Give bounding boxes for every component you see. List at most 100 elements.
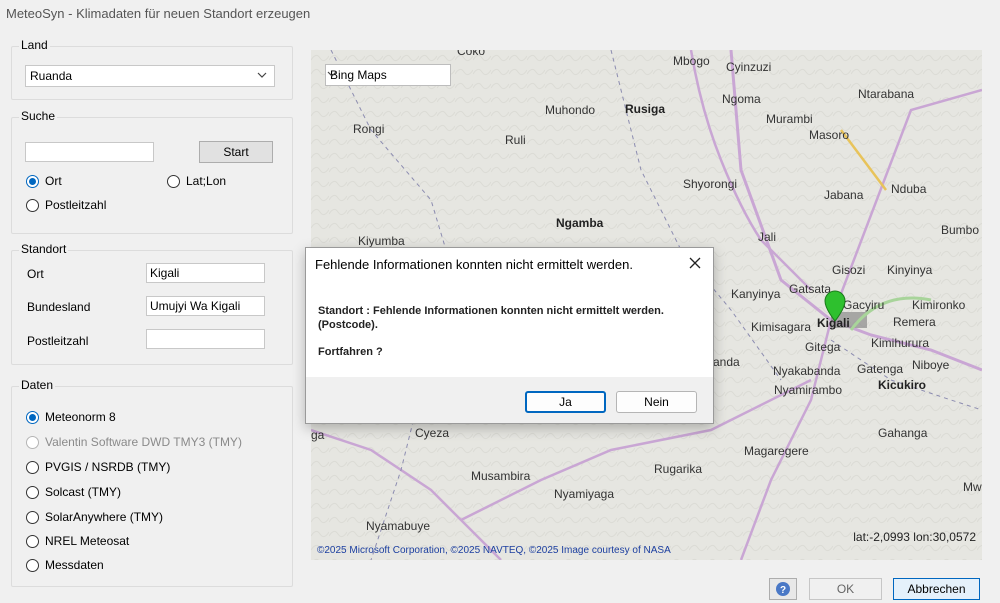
no-button[interactable]: Nein xyxy=(616,391,697,413)
radio-label: SolarAnywhere (TMY) xyxy=(45,510,164,524)
place-label: Murambi xyxy=(766,112,813,126)
radio-meteonorm[interactable]: Meteonorm 8 xyxy=(26,409,116,425)
place-label: anda xyxy=(713,355,740,369)
start-button[interactable]: Start xyxy=(199,141,273,163)
map-provider-select[interactable]: Bing Maps xyxy=(325,64,451,86)
place-label: Gahanga xyxy=(878,426,928,440)
place-label: Nyamirambo xyxy=(774,383,843,397)
place-label: Niboye xyxy=(912,358,950,372)
radio-label: Postleitzahl xyxy=(45,198,107,212)
place-label: Ntarabana xyxy=(858,87,915,101)
place-label: Kinyinya xyxy=(887,263,933,277)
help-button[interactable]: ? xyxy=(769,578,797,600)
place-label: Remera xyxy=(893,315,936,329)
place-label: Nyamabuye xyxy=(366,519,431,533)
radio-postleitzahl[interactable]: Postleitzahl xyxy=(26,197,106,213)
ort-label: Ort xyxy=(27,267,44,281)
ok-button[interactable]: OK xyxy=(809,578,882,600)
place-label: Nyamiyaga xyxy=(554,487,615,501)
place-label: Kanyinya xyxy=(731,287,781,301)
radio-nrel-meteosat[interactable]: NREL Meteosat xyxy=(26,533,129,549)
place-label: Bumbo xyxy=(941,223,980,237)
dialog-title: Fehlende Informationen konnten nicht erm… xyxy=(315,257,633,272)
radio-dot xyxy=(26,435,39,449)
yes-button[interactable]: Ja xyxy=(525,391,606,413)
place-label: ga xyxy=(311,428,325,442)
place-label: Gatenga xyxy=(857,362,904,376)
place-label: Coko xyxy=(457,50,486,58)
place-label: Kimironko xyxy=(912,298,966,312)
place-label: Gacyiru xyxy=(843,298,885,312)
land-select[interactable]: Ruanda xyxy=(25,65,275,87)
radio-latlon[interactable]: Lat;Lon xyxy=(167,173,226,189)
radio-label: Ort xyxy=(45,174,62,188)
title-bar: MeteoSyn - Klimadaten für neuen Standort… xyxy=(0,0,1000,28)
suche-group-label: Suche xyxy=(19,109,58,123)
help-icon: ? xyxy=(776,582,790,596)
radio-label: Messdaten xyxy=(45,558,104,572)
place-label: Kiyumba xyxy=(358,234,405,248)
radio-solaranywhere[interactable]: SolarAnywhere (TMY) xyxy=(26,509,163,525)
radio-dot xyxy=(26,410,39,424)
window-title: MeteoSyn - Klimadaten für neuen Standort… xyxy=(6,6,311,21)
radio-solcast[interactable]: Solcast (TMY) xyxy=(26,484,121,500)
close-icon[interactable] xyxy=(687,255,703,271)
place-label: Ruli xyxy=(505,133,526,147)
cancel-button[interactable]: Abbrechen xyxy=(893,578,980,600)
place-label: Rugarika xyxy=(654,462,703,476)
map-coordinates: lat:-2,0993 lon:30,0572 xyxy=(853,530,976,544)
place-label: Mwo xyxy=(963,480,982,494)
place-label: Kicukiro xyxy=(878,378,927,392)
map-copyright: ©2025 Microsoft Corporation, ©2025 NAVTE… xyxy=(317,545,671,556)
radio-messdaten[interactable]: Messdaten xyxy=(26,557,104,573)
place-label: Ngoma xyxy=(722,92,761,106)
radio-pvgis[interactable]: PVGIS / NSRDB (TMY) xyxy=(26,459,170,475)
svg-text:?: ? xyxy=(780,585,786,596)
radio-dot xyxy=(26,534,39,548)
chevron-down-icon xyxy=(257,72,267,78)
place-label: Jali xyxy=(758,230,777,244)
postleitzahl-label: Postleitzahl xyxy=(27,334,89,348)
search-input[interactable] xyxy=(25,142,154,162)
radio-label: Lat;Lon xyxy=(186,174,227,188)
place-label: Muhondo xyxy=(545,103,596,117)
map-marker-icon[interactable] xyxy=(824,290,846,322)
ort-field[interactable]: Kigali xyxy=(146,263,265,283)
radio-dot xyxy=(26,174,39,188)
bundesland-field[interactable]: Umujyi Wa Kigali xyxy=(146,296,265,316)
radio-label: Meteonorm 8 xyxy=(45,410,116,424)
radio-dot xyxy=(167,174,180,188)
dialog-message-line1: Standort : Fehlende Informationen konnte… xyxy=(318,305,664,317)
missing-info-dialog: Fehlende Informationen konnten nicht erm… xyxy=(305,247,714,424)
standort-group-label: Standort xyxy=(19,242,69,256)
radio-valentin-dwd: Valentin Software DWD TMY3 (TMY) xyxy=(26,434,242,450)
place-label: Musambira xyxy=(471,469,531,483)
place-label: Nduba xyxy=(891,182,927,196)
dialog-message-line2: (Postcode). xyxy=(318,319,378,331)
place-label: Cyeza xyxy=(415,426,450,440)
land-select-value: Ruanda xyxy=(30,69,73,83)
place-label: Mbogo xyxy=(673,54,710,68)
map-provider-value: Bing Maps xyxy=(330,68,387,82)
place-label: Shyorongi xyxy=(683,177,738,191)
radio-ort[interactable]: Ort xyxy=(26,173,62,189)
radio-label: Solcast (TMY) xyxy=(45,485,122,499)
radio-label: PVGIS / NSRDB (TMY) xyxy=(45,460,171,474)
radio-dot xyxy=(26,198,39,212)
place-label: Jabana xyxy=(824,188,864,202)
place-label: Gitega xyxy=(805,340,841,354)
radio-dot xyxy=(26,485,39,499)
radio-dot xyxy=(26,510,39,524)
daten-group-label: Daten xyxy=(19,378,56,392)
radio-dot xyxy=(26,460,39,474)
place-label: Rusiga xyxy=(625,102,666,116)
place-label: Nyakabanda xyxy=(773,364,841,378)
bundesland-label: Bundesland xyxy=(27,300,91,314)
place-label: Rongi xyxy=(353,122,385,136)
radio-label: NREL Meteosat xyxy=(45,534,130,548)
radio-label: Valentin Software DWD TMY3 (TMY) xyxy=(45,435,242,449)
land-group-label: Land xyxy=(19,38,50,52)
dialog-question: Fortfahren ? xyxy=(318,346,383,358)
postleitzahl-field[interactable] xyxy=(146,329,265,349)
place-label: Cyinzuzi xyxy=(726,60,772,74)
